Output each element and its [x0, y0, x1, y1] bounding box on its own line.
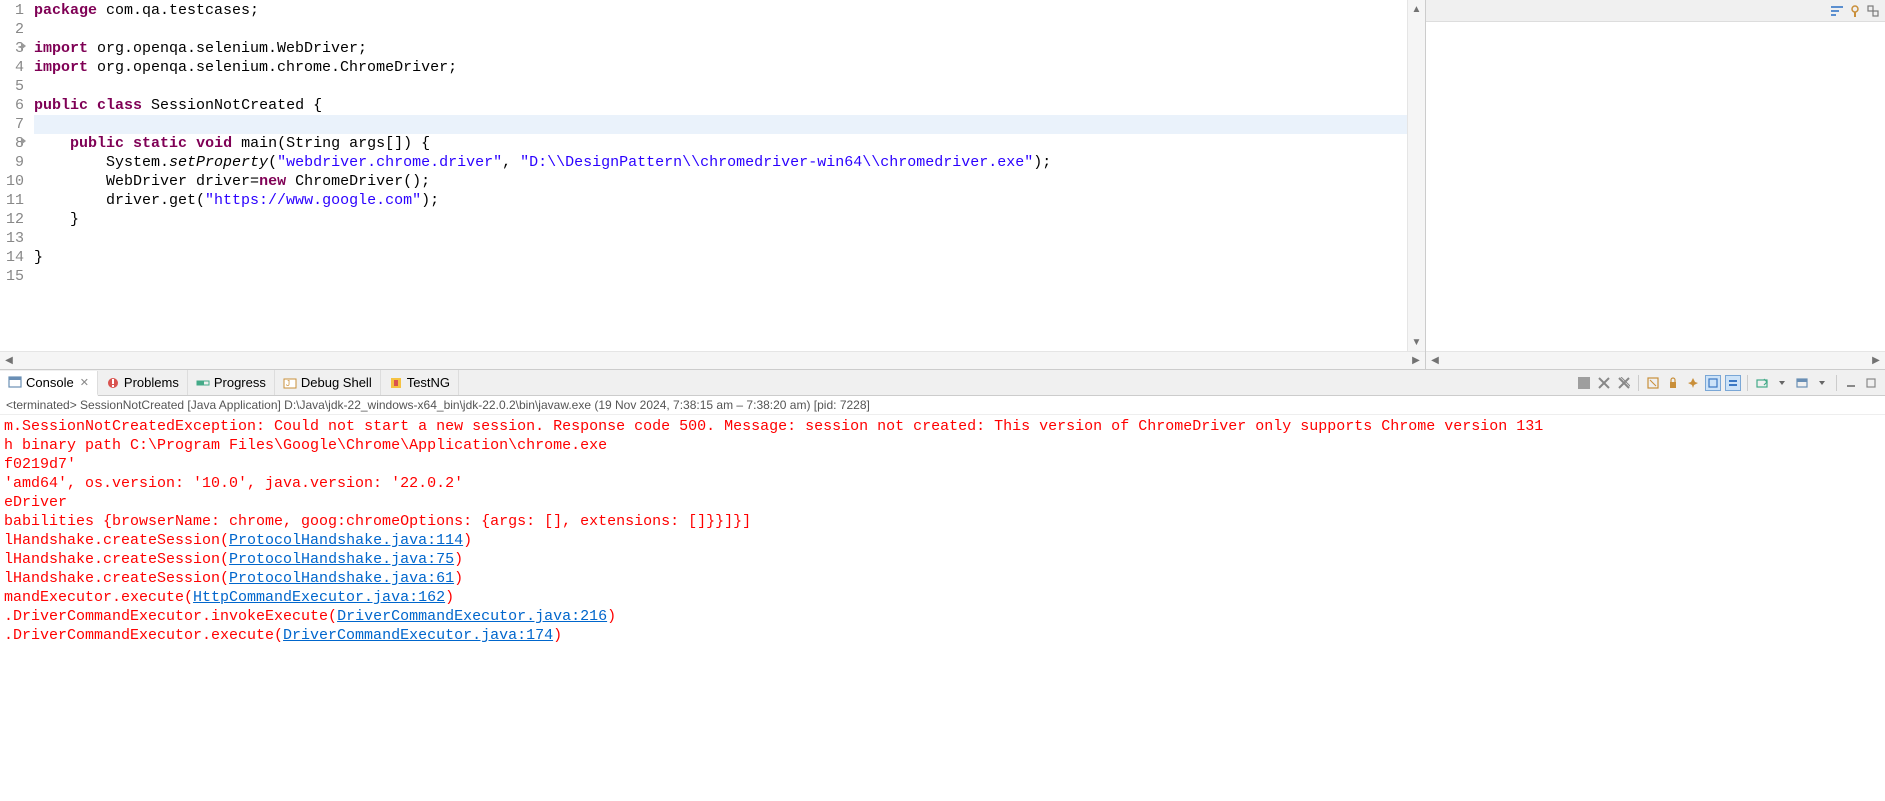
console-toolbar — [1576, 375, 1885, 391]
minimize-button[interactable] — [1843, 375, 1859, 391]
code-line[interactable] — [34, 115, 1407, 134]
scroll-left-icon[interactable]: ◀ — [0, 352, 18, 370]
tab-testng-label: TestNG — [407, 375, 450, 390]
tab-console-label: Console — [26, 375, 74, 390]
console-line: .DriverCommandExecutor.invokeExecute(Dri… — [4, 607, 1881, 626]
console-icon — [8, 375, 22, 389]
dropdown-display-icon[interactable] — [1814, 375, 1830, 391]
scroll-down-icon[interactable]: ▼ — [1408, 333, 1425, 351]
tab-debugshell-label: Debug Shell — [301, 375, 372, 390]
stacktrace-link[interactable]: ProtocolHandshake.java:61 — [229, 570, 454, 587]
editor-vertical-scrollbar[interactable]: ▲ ▼ — [1407, 0, 1425, 351]
outline-pane: ◀ ▶ — [1425, 0, 1885, 369]
scroll-up-icon[interactable]: ▲ — [1408, 0, 1425, 18]
console-line: lHandshake.createSession(ProtocolHandsha… — [4, 531, 1881, 550]
tab-testng[interactable]: TestNG — [381, 370, 459, 395]
tab-progress-label: Progress — [214, 375, 266, 390]
console-line: m.SessionNotCreatedException: Could not … — [4, 417, 1881, 436]
code-line[interactable] — [34, 20, 1407, 39]
console-line: eDriver — [4, 493, 1881, 512]
line-gutter: 123456789101112131415 — [0, 0, 30, 351]
code-line[interactable]: } — [34, 248, 1407, 267]
dropdown-open-console-icon[interactable] — [1774, 375, 1790, 391]
code-pane: 123456789101112131415 package com.qa.tes… — [0, 0, 1425, 369]
testng-icon — [389, 376, 403, 390]
outline-toolbar — [1426, 0, 1885, 22]
scroll-right-icon[interactable]: ▶ — [1407, 352, 1425, 370]
console-line: lHandshake.createSession(ProtocolHandsha… — [4, 569, 1881, 588]
outline-horizontal-scrollbar[interactable]: ◀ ▶ — [1426, 351, 1885, 369]
bottom-tabs: Console ✕ Problems Progress J Debug Shel… — [0, 370, 1885, 396]
close-icon[interactable]: ✕ — [80, 376, 89, 389]
console-line: h binary path C:\Program Files\Google\Ch… — [4, 436, 1881, 455]
maximize-button[interactable] — [1863, 375, 1879, 391]
code-line[interactable] — [34, 77, 1407, 96]
show-console-button[interactable] — [1705, 375, 1721, 391]
tab-progress[interactable]: Progress — [188, 370, 275, 395]
code-line[interactable] — [34, 229, 1407, 248]
tab-problems-label: Problems — [124, 375, 179, 390]
code-line[interactable]: public class SessionNotCreated { — [34, 96, 1407, 115]
code-line[interactable]: driver.get("https://www.google.com"); — [34, 191, 1407, 210]
outline-content[interactable] — [1426, 22, 1885, 351]
scroll-lock-button[interactable] — [1665, 375, 1681, 391]
fold-marker-icon[interactable] — [21, 42, 26, 50]
code-line[interactable]: import org.openqa.selenium.WebDriver; — [34, 39, 1407, 58]
open-console-button[interactable] — [1754, 375, 1770, 391]
stacktrace-link[interactable]: ProtocolHandshake.java:114 — [229, 532, 463, 549]
terminate-button[interactable] — [1576, 375, 1592, 391]
tab-console[interactable]: Console ✕ — [0, 371, 98, 396]
pin-console-button[interactable] — [1685, 375, 1701, 391]
console-line: f0219d7' — [4, 455, 1881, 474]
fold-marker-icon[interactable] — [21, 137, 26, 145]
code-line[interactable]: public static void main(String args[]) { — [34, 134, 1407, 153]
outline-link-icon[interactable] — [1865, 3, 1881, 19]
stacktrace-link[interactable]: DriverCommandExecutor.java:216 — [337, 608, 607, 625]
stacktrace-link[interactable]: DriverCommandExecutor.java:174 — [283, 627, 553, 644]
display-selected-button[interactable] — [1794, 375, 1810, 391]
clear-console-button[interactable] — [1645, 375, 1661, 391]
editor-area: 123456789101112131415 package com.qa.tes… — [0, 0, 1885, 370]
console-line: mandExecutor.execute(HttpCommandExecutor… — [4, 588, 1881, 607]
stacktrace-link[interactable]: ProtocolHandshake.java:75 — [229, 551, 454, 568]
svg-text:J: J — [286, 379, 290, 388]
console-line: babilities {browserName: chrome, goog:ch… — [4, 512, 1881, 531]
outline-filter-icon[interactable] — [1847, 3, 1863, 19]
progress-icon — [196, 376, 210, 390]
debugshell-icon: J — [283, 376, 297, 390]
problems-icon — [106, 376, 120, 390]
remove-launch-button[interactable] — [1596, 375, 1612, 391]
tab-problems[interactable]: Problems — [98, 370, 188, 395]
outline-sort-icon[interactable] — [1829, 3, 1845, 19]
code-line[interactable]: WebDriver driver=new ChromeDriver(); — [34, 172, 1407, 191]
editor-horizontal-scrollbar[interactable]: ◀ ▶ — [0, 351, 1425, 369]
bottom-panel: Console ✕ Problems Progress J Debug Shel… — [0, 370, 1885, 801]
console-output[interactable]: m.SessionNotCreatedException: Could not … — [0, 415, 1885, 801]
console-header: <terminated> SessionNotCreated [Java App… — [0, 396, 1885, 415]
tab-debugshell[interactable]: J Debug Shell — [275, 370, 381, 395]
code-line[interactable]: } — [34, 210, 1407, 229]
stacktrace-link[interactable]: HttpCommandExecutor.java:162 — [193, 589, 445, 606]
console-line: 'amd64', os.version: '10.0', java.versio… — [4, 474, 1881, 493]
code-line[interactable]: import org.openqa.selenium.chrome.Chrome… — [34, 58, 1407, 77]
code-line[interactable]: System.setProperty("webdriver.chrome.dri… — [34, 153, 1407, 172]
code-body[interactable]: package com.qa.testcases; import org.open… — [30, 0, 1407, 351]
code-line[interactable] — [34, 267, 1407, 286]
console-line: .DriverCommandExecutor.execute(DriverCom… — [4, 626, 1881, 645]
code-line[interactable]: package com.qa.testcases; — [34, 1, 1407, 20]
remove-all-button[interactable] — [1616, 375, 1632, 391]
scroll-right-icon[interactable]: ▶ — [1867, 352, 1885, 370]
scroll-left-icon[interactable]: ◀ — [1426, 352, 1444, 370]
show-output-button[interactable] — [1725, 375, 1741, 391]
console-line: lHandshake.createSession(ProtocolHandsha… — [4, 550, 1881, 569]
